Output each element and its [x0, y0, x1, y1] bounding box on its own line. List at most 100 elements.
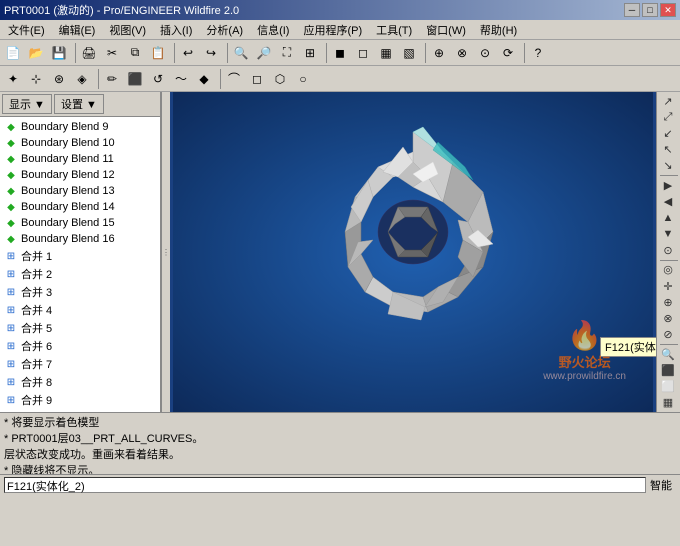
maximize-button[interactable]: □: [642, 3, 658, 17]
tree-item[interactable]: ⊞合并 4: [0, 301, 160, 319]
tb2-blend[interactable]: ◆: [193, 68, 215, 90]
tb-suppress[interactable]: ⊗: [451, 42, 473, 64]
tree-item[interactable]: ⊞合并 2: [0, 265, 160, 283]
panel-controls: 显示 ▼ 设置 ▼: [0, 92, 160, 117]
tb2-revolve[interactable]: ↺: [147, 68, 169, 90]
right-toolbar-button[interactable]: ⬛: [658, 363, 678, 378]
close-button[interactable]: ✕: [660, 3, 676, 17]
tree-item[interactable]: ◆Boundary Blend 12: [0, 167, 160, 183]
tb-regen[interactable]: ⟳: [497, 42, 519, 64]
right-toolbar-button[interactable]: ◎: [658, 262, 678, 277]
toolbar-row-1: 📄 📂 💾 🖨 ✂ ⧉ 📋 ↩ ↪ 🔍 🔎 ⛶ ⊞ ◼ ◻ ▦ ▧ ⊕ ⊗ ⊙ …: [0, 40, 680, 66]
tb-copy[interactable]: ⧉: [124, 42, 146, 64]
tb2-datum[interactable]: ✦: [2, 68, 24, 90]
right-toolbar-button[interactable]: ↗: [658, 94, 678, 109]
tb-help[interactable]: ?: [527, 42, 549, 64]
model-tree[interactable]: ◆Boundary Blend 9◆Boundary Blend 10◆Boun…: [0, 117, 160, 412]
tb2-chamfer[interactable]: ◻: [246, 68, 268, 90]
tb2-extrude[interactable]: ⬛: [124, 68, 146, 90]
tb2-round[interactable]: ⌒: [223, 68, 245, 90]
right-toolbar-button[interactable]: ▲: [658, 210, 678, 225]
right-toolbar-button[interactable]: ⊗: [658, 311, 678, 326]
right-toolbar-button[interactable]: 🔍: [658, 347, 678, 362]
tb-new[interactable]: 📄: [2, 42, 24, 64]
tree-item[interactable]: ◆Boundary Blend 10: [0, 135, 160, 151]
right-toolbar-button[interactable]: ▶: [658, 178, 678, 193]
right-toolbar-button[interactable]: ⊕: [658, 295, 678, 310]
watermark-title: 野火论坛: [543, 352, 626, 371]
display-button[interactable]: 显示 ▼: [2, 94, 52, 114]
right-toolbar-button[interactable]: ⬜: [658, 379, 678, 394]
menu-item-插入(I)[interactable]: 插入(I): [154, 21, 198, 39]
right-toolbar-button[interactable]: ↘: [658, 158, 678, 173]
tree-item-label: 合并 3: [21, 284, 52, 300]
right-toolbar-button[interactable]: ▼: [658, 226, 678, 241]
tb-resume[interactable]: ⊙: [474, 42, 496, 64]
tree-item-label: 合并 5: [21, 320, 52, 336]
tb-cut[interactable]: ✂: [101, 42, 123, 64]
tree-item[interactable]: ◆Boundary Blend 9: [0, 119, 160, 135]
tb-zoom-in[interactable]: 🔍: [230, 42, 252, 64]
tb-shaded[interactable]: ◼: [329, 42, 351, 64]
tree-item-label: 合并 6: [21, 338, 52, 354]
right-toolbar-button[interactable]: ⊙: [658, 243, 678, 258]
menu-item-应用程序(P)[interactable]: 应用程序(P): [297, 21, 368, 39]
tb2-csys[interactable]: ⊛: [48, 68, 70, 90]
tb2-sweep[interactable]: 〜: [170, 68, 192, 90]
tree-item[interactable]: ◆Boundary Blend 13: [0, 183, 160, 199]
tb2-hole[interactable]: ○: [292, 68, 314, 90]
settings-button[interactable]: 设置 ▼: [54, 94, 104, 114]
tree-item[interactable]: ⊞合并 3: [0, 283, 160, 301]
tb2-axis[interactable]: ⊹: [25, 68, 47, 90]
right-toolbar-button[interactable]: ↖: [658, 142, 678, 157]
tb-save[interactable]: 💾: [48, 42, 70, 64]
tb-hidden[interactable]: ▦: [375, 42, 397, 64]
tb-undo[interactable]: ↩: [177, 42, 199, 64]
menu-item-分析(A)[interactable]: 分析(A): [200, 21, 249, 39]
menu-item-文件(E)[interactable]: 文件(E): [2, 21, 51, 39]
menu-item-工具(T)[interactable]: 工具(T): [370, 21, 418, 39]
resize-handle[interactable]: ⋮: [162, 92, 170, 412]
tree-item[interactable]: ◆Boundary Blend 14: [0, 199, 160, 215]
tb-fit[interactable]: ⛶: [276, 42, 298, 64]
tree-item[interactable]: ◆Boundary Blend 16: [0, 231, 160, 247]
tb-refit[interactable]: ⊞: [299, 42, 321, 64]
tree-icon: ◆: [4, 168, 18, 182]
tb-zoom-out[interactable]: 🔎: [253, 42, 275, 64]
tree-item[interactable]: ⊞合并 6: [0, 337, 160, 355]
right-toolbar-button[interactable]: ▦: [658, 395, 678, 410]
viewport[interactable]: F121(实体化_2) 🔥 野火论坛 www.prowildfire.cn: [170, 92, 656, 412]
tree-item[interactable]: ⊞合并 10: [0, 409, 160, 412]
tb-feature[interactable]: ⊕: [428, 42, 450, 64]
right-toolbar-button[interactable]: ↙: [658, 126, 678, 141]
tree-item[interactable]: ◆Boundary Blend 15: [0, 215, 160, 231]
menu-item-视图(V)[interactable]: 视图(V): [103, 21, 152, 39]
tb2-plane[interactable]: ◈: [71, 68, 93, 90]
tb-wireframe[interactable]: ◻: [352, 42, 374, 64]
tree-item[interactable]: ⊞合并 1: [0, 247, 160, 265]
tree-item[interactable]: ⊞合并 8: [0, 373, 160, 391]
tb-print[interactable]: 🖨: [78, 42, 100, 64]
tb-no-hidden[interactable]: ▧: [398, 42, 420, 64]
tree-item[interactable]: ◆Boundary Blend 11: [0, 151, 160, 167]
menu-item-编辑(E)[interactable]: 编辑(E): [53, 21, 102, 39]
menu-item-帮助(H)[interactable]: 帮助(H): [474, 21, 523, 39]
tb-paste[interactable]: 📋: [147, 42, 169, 64]
smart-label: 智能: [646, 477, 676, 493]
right-toolbar-button[interactable]: ✛: [658, 279, 678, 294]
tree-item[interactable]: ⊞合并 9: [0, 391, 160, 409]
tb2-sketch[interactable]: ✏: [101, 68, 123, 90]
right-toolbar-button[interactable]: ⤢: [658, 110, 678, 125]
minimize-button[interactable]: ─: [624, 3, 640, 17]
tb2-shell[interactable]: ⬡: [269, 68, 291, 90]
right-toolbar-button[interactable]: ◀: [658, 194, 678, 209]
tree-icon: ◆: [4, 200, 18, 214]
tb-open[interactable]: 📂: [25, 42, 47, 64]
tree-item-label: 合并 8: [21, 374, 52, 390]
menu-item-窗口(W)[interactable]: 窗口(W): [420, 21, 472, 39]
menu-item-信息(I)[interactable]: 信息(I): [251, 21, 295, 39]
right-toolbar-button[interactable]: ⊘: [658, 327, 678, 342]
tree-item[interactable]: ⊞合并 5: [0, 319, 160, 337]
tb-redo[interactable]: ↪: [200, 42, 222, 64]
tree-item[interactable]: ⊞合并 7: [0, 355, 160, 373]
